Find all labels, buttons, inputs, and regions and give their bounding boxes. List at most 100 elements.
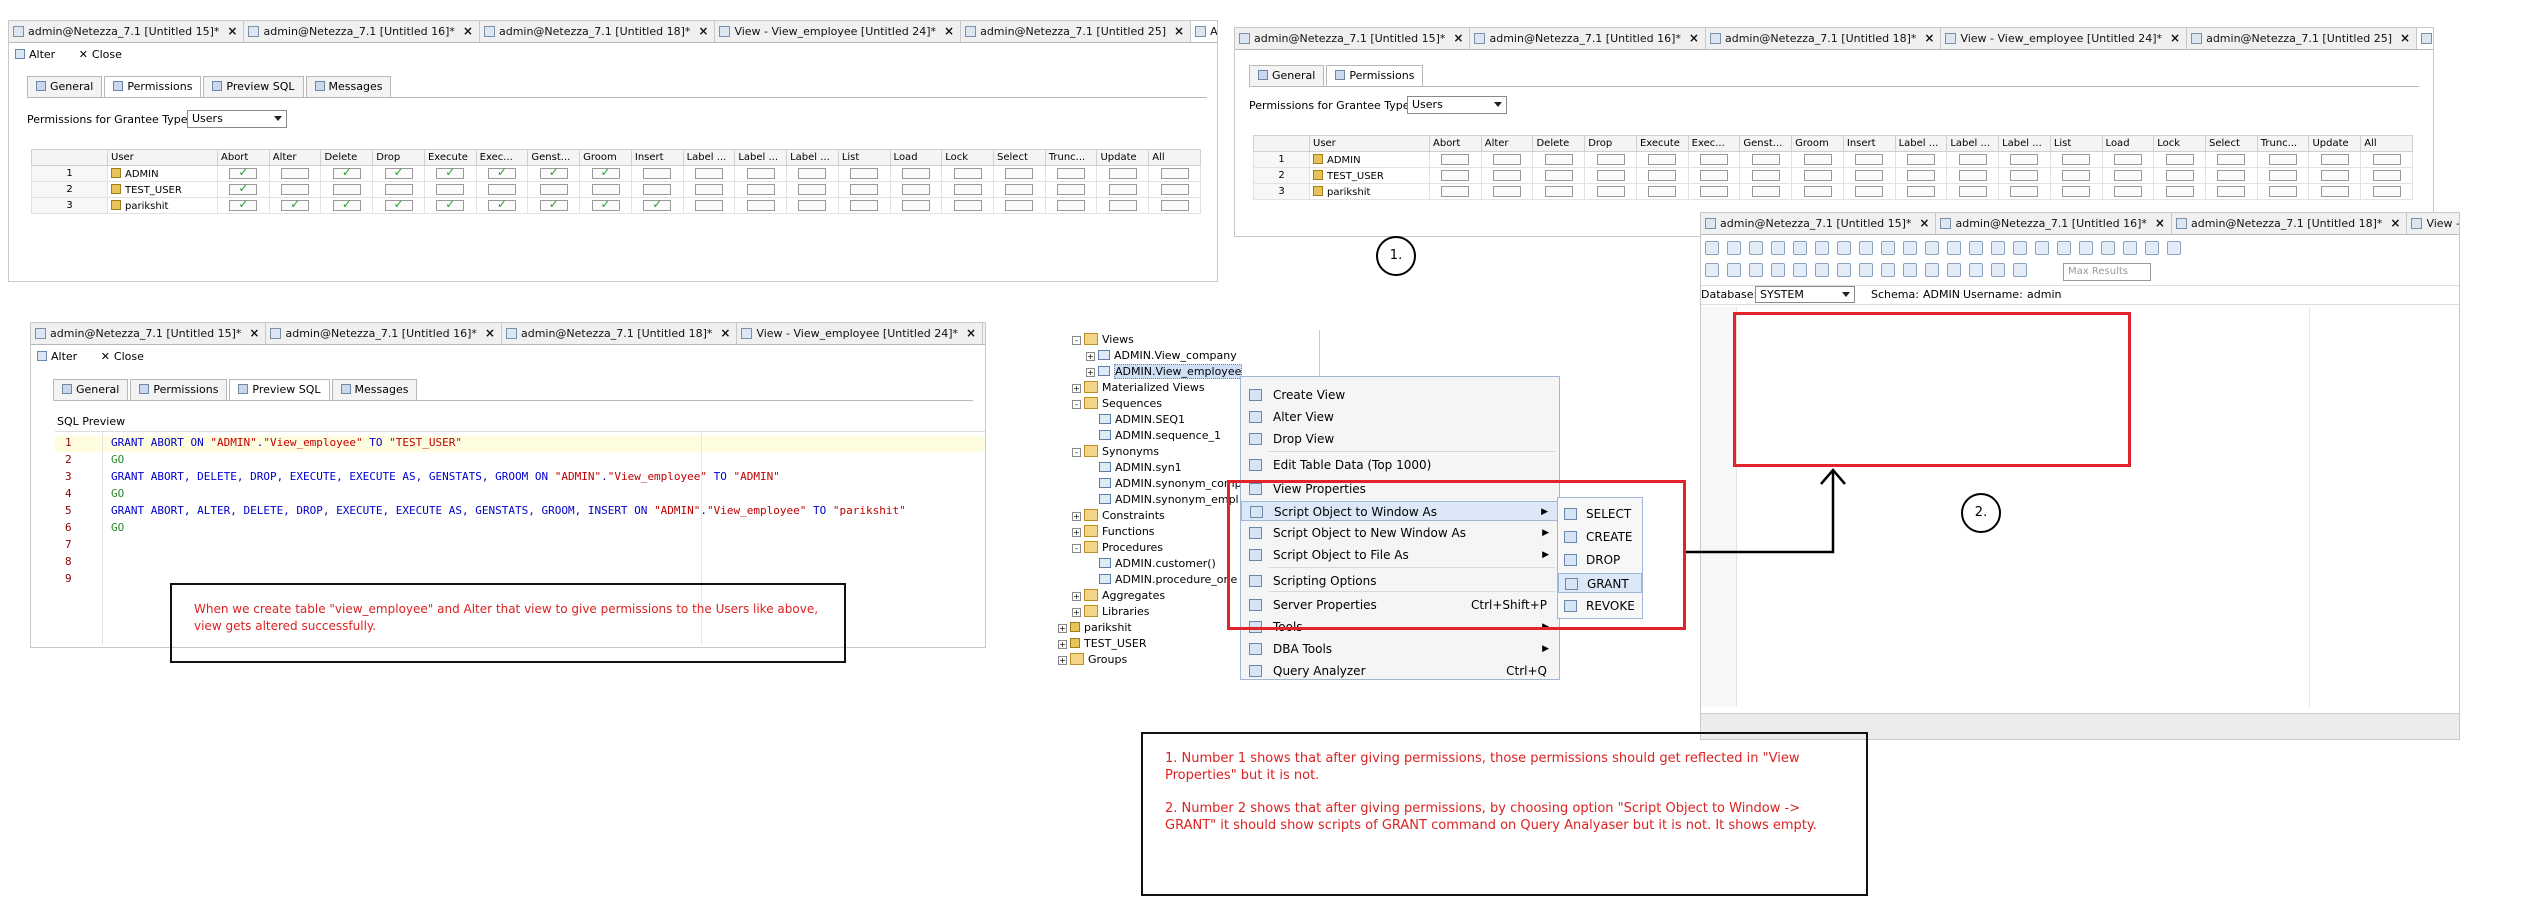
column-header[interactable]: Label ... xyxy=(1946,135,2000,152)
database-select[interactable]: SYSTEM xyxy=(1755,286,1855,303)
permission-checkbox[interactable] xyxy=(2010,169,2039,181)
tab-preview-sql[interactable]: Preview SQL xyxy=(229,379,330,400)
close-icon[interactable]: × xyxy=(249,323,259,343)
permission-checkbox[interactable] xyxy=(1544,169,1573,181)
column-header[interactable]: Groom xyxy=(579,149,632,166)
toolbar-button-icon[interactable] xyxy=(1859,241,1873,255)
permission-checkbox[interactable] xyxy=(1160,183,1189,195)
tab-general[interactable]: General xyxy=(27,76,103,97)
permission-checkbox[interactable] xyxy=(1160,167,1189,179)
permission-checkbox[interactable] xyxy=(746,183,775,195)
toolbar-button-icon[interactable] xyxy=(1881,241,1895,255)
column-header[interactable]: Drop xyxy=(372,149,425,166)
permission-checkbox[interactable] xyxy=(850,199,879,211)
toolbar-button-icon[interactable] xyxy=(1859,263,1873,277)
permission-checkbox[interactable] xyxy=(229,165,258,179)
permission-checkbox[interactable] xyxy=(1108,183,1137,195)
column-header[interactable]: Exec... xyxy=(475,149,529,166)
column-header[interactable]: Select xyxy=(993,149,1046,166)
permission-checkbox[interactable] xyxy=(1958,169,1987,181)
column-header[interactable]: Delete xyxy=(320,149,374,166)
toolbar-button-icon[interactable] xyxy=(2057,241,2071,255)
close-icon[interactable]: × xyxy=(1174,21,1184,41)
permission-checkbox[interactable] xyxy=(229,181,258,195)
toolbar-button-icon[interactable] xyxy=(1837,263,1851,277)
permission-checkbox[interactable] xyxy=(1544,153,1573,165)
close-icon[interactable]: × xyxy=(2390,213,2400,233)
column-header[interactable]: List xyxy=(837,149,891,166)
editor-tab[interactable]: View - View_employee [Untitled 24]* × xyxy=(737,323,984,344)
permission-checkbox[interactable] xyxy=(2062,169,2091,181)
permission-checkbox[interactable] xyxy=(1958,185,1987,197)
permission-checkbox[interactable] xyxy=(1906,153,1935,165)
toolbar-button-icon[interactable] xyxy=(1771,241,1785,255)
toolbar-button-icon[interactable] xyxy=(2013,241,2027,255)
alter-button[interactable]: Alter xyxy=(15,48,65,61)
permission-checkbox[interactable] xyxy=(643,167,672,179)
permission-checkbox[interactable] xyxy=(2372,153,2401,165)
tab-permissions[interactable]: Permissions xyxy=(104,76,202,97)
column-header[interactable]: Load xyxy=(889,149,943,166)
column-header[interactable]: Select xyxy=(2205,135,2258,152)
toolbar-button-icon[interactable] xyxy=(1705,241,1719,255)
permission-checkbox[interactable] xyxy=(1958,153,1987,165)
column-header[interactable]: Genst... xyxy=(527,149,581,166)
editor-tab[interactable]: Properties:× xyxy=(2417,28,2433,49)
permission-checkbox[interactable] xyxy=(694,199,723,211)
column-header[interactable]: Alter xyxy=(268,149,322,166)
column-header[interactable]: Label ... xyxy=(734,149,788,166)
close-icon[interactable]: × xyxy=(720,323,730,343)
permission-checkbox[interactable] xyxy=(1005,183,1034,195)
column-header[interactable]: Trunc... xyxy=(1044,149,1098,166)
toolbar-button-icon[interactable] xyxy=(1727,263,1741,277)
permission-checkbox[interactable] xyxy=(2010,185,2039,197)
permission-checkbox[interactable] xyxy=(2217,169,2246,181)
toolbar-button-icon[interactable] xyxy=(2167,241,2181,255)
permission-checkbox[interactable] xyxy=(1700,169,1729,181)
close-icon[interactable]: × xyxy=(227,21,237,41)
permission-checkbox[interactable] xyxy=(281,197,310,211)
permission-checkbox[interactable] xyxy=(436,165,465,179)
permission-checkbox[interactable] xyxy=(1493,185,1522,197)
permission-checkbox[interactable] xyxy=(1751,185,1780,197)
toolbar-button-icon[interactable] xyxy=(1947,263,1961,277)
column-header[interactable]: Label ... xyxy=(1894,135,1948,152)
toolbar-button-icon[interactable] xyxy=(1903,263,1917,277)
close-icon[interactable]: × xyxy=(463,21,473,41)
toolbar-button-icon[interactable] xyxy=(2145,241,2159,255)
permission-checkbox[interactable] xyxy=(539,183,568,195)
permission-checkbox[interactable] xyxy=(1057,183,1086,195)
menu-item-dba-tools[interactable]: DBA Tools ▶ xyxy=(1241,639,1559,659)
editor-tab[interactable]: admin@Netezza_7.1 [Untitled 15]* × xyxy=(31,323,267,344)
permission-checkbox[interactable] xyxy=(1855,169,1884,181)
permission-checkbox[interactable] xyxy=(953,199,982,211)
column-header[interactable]: Lock xyxy=(2153,135,2207,152)
toolbar-button-icon[interactable] xyxy=(1881,263,1895,277)
permission-checkbox[interactable] xyxy=(1108,167,1137,179)
column-header[interactable]: Groom xyxy=(1791,135,1844,152)
permission-checkbox[interactable] xyxy=(2165,185,2194,197)
toolbar-button-icon[interactable] xyxy=(1925,241,1939,255)
grantee-type-select[interactable]: Users xyxy=(1407,96,1507,114)
permission-checkbox[interactable] xyxy=(2113,185,2142,197)
permission-checkbox[interactable] xyxy=(2269,185,2298,197)
toolbar-button-icon[interactable] xyxy=(1815,241,1829,255)
column-header[interactable]: Abort xyxy=(217,149,270,166)
close-icon[interactable]: × xyxy=(966,323,976,343)
permission-checkbox[interactable] xyxy=(488,183,517,195)
expand-icon[interactable]: + xyxy=(1058,624,1067,633)
editor-tab[interactable]: admin@Netezza_7.1 [Untitled 16]* × xyxy=(1470,28,1706,49)
editor-tab[interactable]: admin@Netezza_7.1 [Untitled 18]* × xyxy=(2172,213,2408,234)
permission-checkbox[interactable] xyxy=(2320,153,2349,165)
toolbar-button-icon[interactable] xyxy=(1749,263,1763,277)
expand-icon[interactable]: + xyxy=(1072,528,1081,537)
permission-checkbox[interactable] xyxy=(1906,169,1935,181)
permission-checkbox[interactable] xyxy=(1057,199,1086,211)
toolbar-button-icon[interactable] xyxy=(1903,241,1917,255)
column-header[interactable]: List xyxy=(2049,135,2103,152)
permission-checkbox[interactable] xyxy=(1751,153,1780,165)
permission-checkbox[interactable] xyxy=(2372,169,2401,181)
expand-icon[interactable]: + xyxy=(1058,640,1067,649)
permission-checkbox[interactable] xyxy=(1441,185,1470,197)
permission-checkbox[interactable] xyxy=(488,165,517,179)
